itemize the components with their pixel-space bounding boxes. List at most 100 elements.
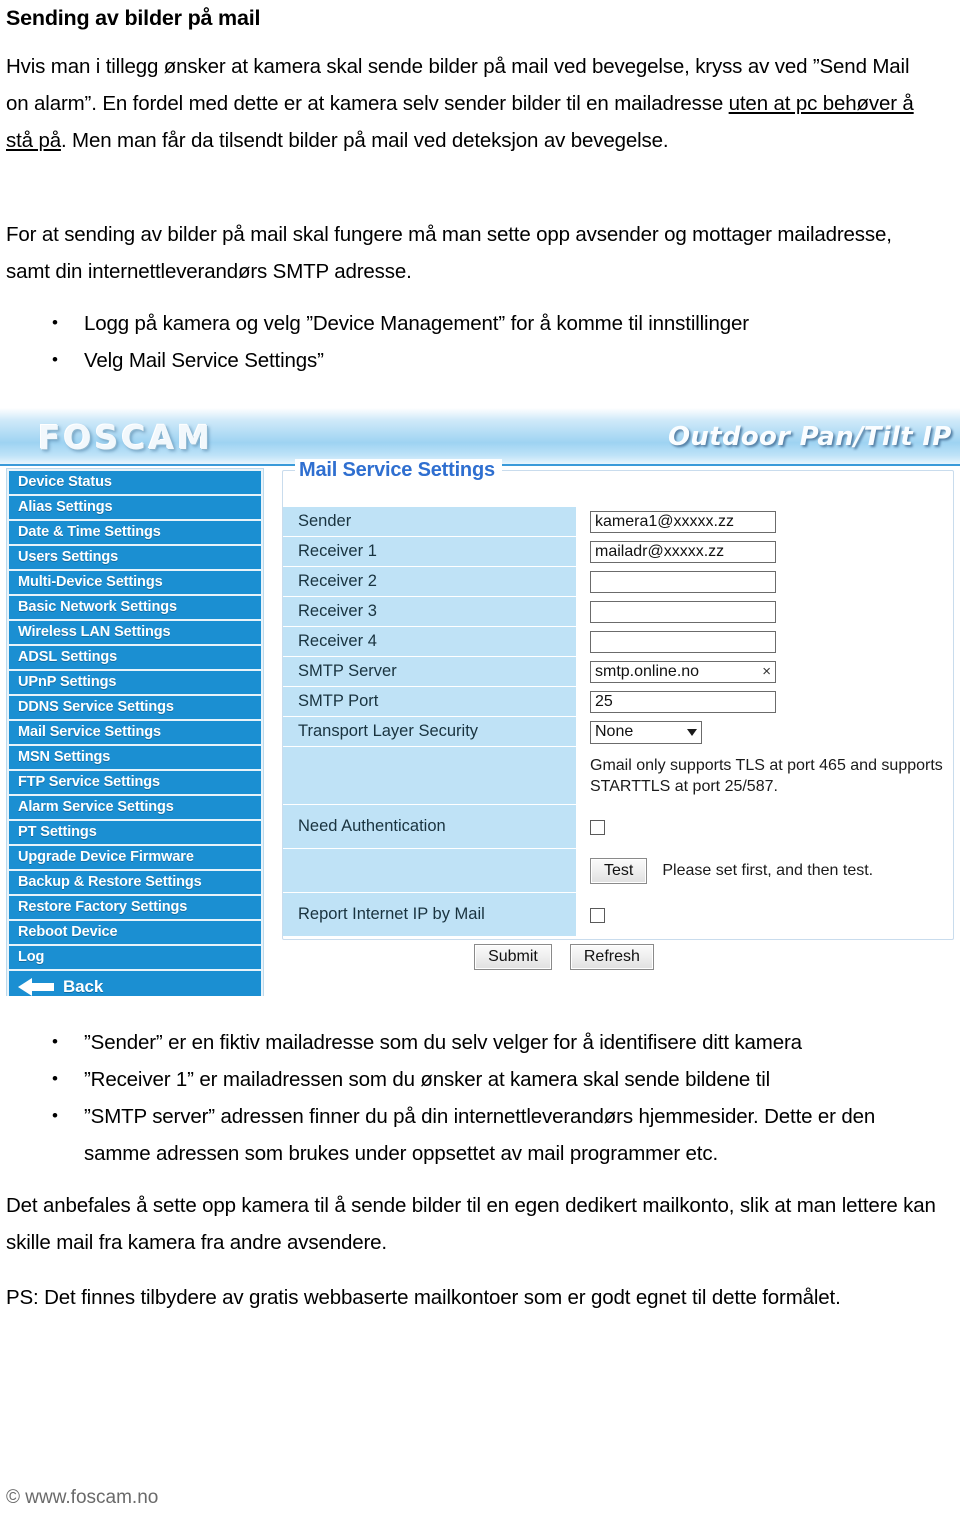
- form-row-sender: Sender kamera1@xxxxx.zz: [283, 507, 955, 537]
- sender-input[interactable]: kamera1@xxxxx.zz: [590, 511, 776, 533]
- list-item: Logg på kamera og velg ”Device Managemen…: [6, 304, 936, 342]
- sidebar-item-upnp-settings[interactable]: UPnP Settings: [9, 671, 261, 694]
- test-row-spacer: [283, 849, 576, 893]
- smtp-server-value-cell: smtp.online.no ×: [576, 657, 955, 687]
- setup-paragraph: For at sending av bilder på mail skal fu…: [6, 223, 892, 283]
- camera-web-ui-screenshot: FOSCAM Outdoor Pan/Tilt IP Cam Device St…: [0, 408, 960, 996]
- form-row-smtp-server: SMTP Server smtp.online.no ×: [283, 657, 955, 687]
- sidebar-item-ddns-service-settings[interactable]: DDNS Service Settings: [9, 696, 261, 719]
- smtp-port-input-text: 25: [595, 693, 613, 710]
- sidebar-item-back-label: Back: [63, 977, 104, 996]
- form-row-need-auth: Need Authentication: [283, 805, 955, 849]
- tls-label: Transport Layer Security: [283, 717, 576, 747]
- intro-paragraph-part2: . Men man får da tilsendt bilder på mail…: [60, 129, 669, 152]
- sidebar-item-alias-settings[interactable]: Alias Settings: [9, 496, 261, 519]
- receiver1-input-text: mailadr@xxxxx.zz: [595, 543, 725, 560]
- sidebar-item-reboot-device[interactable]: Reboot Device: [9, 921, 261, 944]
- sidebar-item-msn-settings[interactable]: MSN Settings: [9, 746, 261, 769]
- sidebar-item-log[interactable]: Log: [9, 946, 261, 969]
- sidebar-item-device-status[interactable]: Device Status: [9, 471, 261, 494]
- receiver2-input[interactable]: [590, 571, 776, 593]
- report-internet-ip-label: Report Internet IP by Mail: [283, 893, 576, 937]
- receiver1-input[interactable]: mailadr@xxxxx.zz: [590, 541, 776, 563]
- document-page: Sending av bilder på mail Hvis man i til…: [0, 0, 960, 1535]
- sidebar-item-ftp-service-settings[interactable]: FTP Service Settings: [9, 771, 261, 794]
- sidebar-item-date-time-settings[interactable]: Date & Time Settings: [9, 521, 261, 544]
- clear-icon[interactable]: ×: [762, 661, 771, 683]
- list-item: ”Receiver 1” er mailadressen som du ønsk…: [6, 1060, 936, 1098]
- need-authentication-checkbox[interactable]: [590, 819, 605, 835]
- foscam-logo: FOSCAM: [38, 418, 213, 457]
- form-row-receiver3: Receiver 3: [283, 597, 955, 627]
- report-internet-ip-cell: [576, 900, 955, 930]
- test-button[interactable]: Test: [590, 858, 648, 884]
- sidebar-item-multi-device-settings[interactable]: Multi-Device Settings: [9, 571, 261, 594]
- smtp-port-label: SMTP Port: [283, 687, 576, 717]
- smtp-port-value-cell: 25: [576, 687, 955, 717]
- test-cell: Test Please set first, and then test.: [576, 856, 955, 886]
- sidebar-item-adsl-settings[interactable]: ADSL Settings: [9, 646, 261, 669]
- form-row-report-ip: Report Internet IP by Mail: [283, 893, 955, 937]
- receiver4-label: Receiver 4: [283, 627, 576, 657]
- tls-hint-spacer: [283, 747, 576, 805]
- smtp-server-input-text: smtp.online.no: [595, 663, 700, 680]
- sidebar-nav: Device Status Alias Settings Date & Time…: [6, 468, 264, 996]
- need-authentication-cell: [576, 812, 955, 842]
- sidebar-item-back[interactable]: Back: [9, 971, 261, 996]
- receiver4-input[interactable]: [590, 631, 776, 653]
- form-row-tls: Transport Layer Security None: [283, 717, 955, 747]
- tls-hint-cell: Gmail only supports TLS at port 465 and …: [576, 751, 955, 801]
- receiver1-label: Receiver 1: [283, 537, 576, 567]
- intro-paragraph: Hvis man i tillegg ønsker at kamera skal…: [6, 48, 936, 159]
- receiver1-value-cell: mailadr@xxxxx.zz: [576, 537, 955, 567]
- sidebar-item-mail-service-settings[interactable]: Mail Service Settings: [9, 721, 261, 744]
- sidebar-item-backup-restore-settings[interactable]: Backup & Restore Settings: [9, 871, 261, 894]
- sidebar-item-basic-network-settings[interactable]: Basic Network Settings: [9, 596, 261, 619]
- submit-button[interactable]: Submit: [474, 944, 552, 970]
- list-item: ”Sender” er en fiktiv mailadresse som du…: [6, 1023, 936, 1061]
- steps-list: Logg på kamera og velg ”Device Managemen…: [6, 304, 936, 379]
- sender-value-cell: kamera1@xxxxx.zz: [576, 507, 955, 537]
- camera-model-title: Outdoor Pan/Tilt IP Cam: [668, 422, 960, 452]
- sidebar-item-upgrade-device-firmware[interactable]: Upgrade Device Firmware: [9, 846, 261, 869]
- sidebar-item-users-settings[interactable]: Users Settings: [9, 546, 261, 569]
- sidebar-item-pt-settings[interactable]: PT Settings: [9, 821, 261, 844]
- mail-service-settings-panel: Mail Service Settings Sender kamera1@xxx…: [282, 459, 954, 970]
- panel-title: Mail Service Settings: [295, 459, 502, 482]
- notes-list: ”Sender” er en fiktiv mailadresse som du…: [6, 1023, 936, 1172]
- need-authentication-label: Need Authentication: [283, 805, 576, 849]
- test-note: Please set first, and then test.: [662, 862, 874, 879]
- receiver3-label: Receiver 3: [283, 597, 576, 627]
- smtp-server-input[interactable]: smtp.online.no ×: [590, 661, 776, 683]
- list-item: Velg Mail Service Settings”: [6, 341, 936, 379]
- footer-copyright: © www.foscam.no: [6, 1487, 159, 1508]
- back-arrow-icon: [18, 978, 54, 996]
- smtp-port-input[interactable]: 25: [590, 691, 776, 713]
- chevron-down-icon: [687, 728, 697, 736]
- sender-input-text: kamera1@xxxxx.zz: [595, 513, 734, 530]
- form-row-receiver1: Receiver 1 mailadr@xxxxx.zz: [283, 537, 955, 567]
- sender-label: Sender: [283, 507, 576, 537]
- form-row-test: Test Please set first, and then test.: [283, 849, 955, 893]
- tls-select-value: None: [595, 723, 634, 740]
- report-internet-ip-checkbox[interactable]: [590, 907, 605, 923]
- receiver3-value-cell: [576, 597, 955, 627]
- tls-select[interactable]: None: [590, 720, 702, 744]
- receiver2-label: Receiver 2: [283, 567, 576, 597]
- refresh-button[interactable]: Refresh: [569, 944, 654, 970]
- form-actions: Submit Refresh: [283, 944, 955, 970]
- smtp-server-label: SMTP Server: [283, 657, 576, 687]
- form-row-receiver4: Receiver 4: [283, 627, 955, 657]
- list-item: ”SMTP server” adressen finner du på din …: [6, 1097, 936, 1172]
- recommendation-paragraph: Det anbefales å sette opp kamera til å s…: [6, 1194, 936, 1254]
- tls-hint-text: Gmail only supports TLS at port 465 and …: [590, 757, 943, 795]
- receiver4-value-cell: [576, 627, 955, 657]
- receiver2-value-cell: [576, 567, 955, 597]
- mail-settings-form: Sender kamera1@xxxxx.zz Receiver 1 maila…: [283, 507, 955, 970]
- sidebar-item-restore-factory-settings[interactable]: Restore Factory Settings: [9, 896, 261, 919]
- sidebar-item-alarm-service-settings[interactable]: Alarm Service Settings: [9, 796, 261, 819]
- receiver3-input[interactable]: [590, 601, 776, 623]
- page-title: Sending av bilder på mail: [6, 6, 261, 30]
- tls-value-cell: None: [576, 717, 955, 747]
- sidebar-item-wireless-lan-settings[interactable]: Wireless LAN Settings: [9, 621, 261, 644]
